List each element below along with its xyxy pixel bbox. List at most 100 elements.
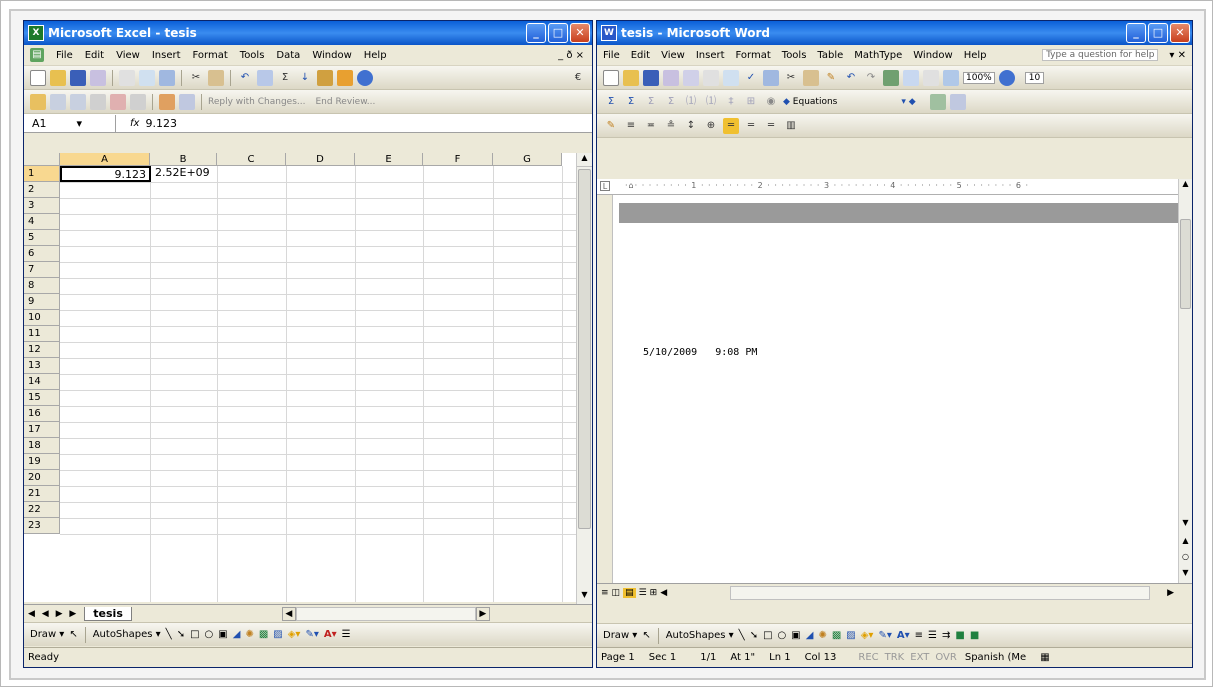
sum-icon[interactable]: Σ <box>603 94 619 110</box>
row-header-1[interactable]: 1 <box>24 166 60 182</box>
row-header-10[interactable]: 10 <box>24 310 60 326</box>
sheet-tab-tesis[interactable]: tesis <box>84 606 132 621</box>
row-header-11[interactable]: 11 <box>24 326 60 342</box>
close-button[interactable]: ✕ <box>1170 23 1190 43</box>
close-button[interactable]: ✕ <box>570 23 590 43</box>
row-header-15[interactable]: 15 <box>24 390 60 406</box>
menu-file[interactable]: File <box>56 50 73 61</box>
menu-edit[interactable]: Edit <box>631 50 650 61</box>
arrow-icon[interactable]: ➘ <box>177 629 185 640</box>
menu-window[interactable]: Window <box>913 50 952 61</box>
normal-view-icon[interactable]: ≡ <box>601 588 609 598</box>
print-preview-icon[interactable] <box>723 69 739 86</box>
menu-view[interactable]: View <box>661 50 685 61</box>
row-header-8[interactable]: 8 <box>24 278 60 294</box>
word-title-bar[interactable]: W tesis - Microsoft Word _ □ ✕ <box>597 21 1192 45</box>
name-box[interactable]: A1 ▾ <box>24 114 116 132</box>
row-header-2[interactable]: 2 <box>24 182 60 198</box>
column-header-e[interactable]: E <box>355 153 423 166</box>
equal-icon[interactable]: ═ <box>743 118 759 134</box>
tab-selector[interactable]: L <box>600 181 610 191</box>
print-layout-icon[interactable]: ▤ <box>623 587 636 598</box>
wordart-icon[interactable]: ◢ <box>806 630 814 641</box>
web-view-icon[interactable]: ◫ <box>612 588 621 598</box>
menu-data[interactable]: Data <box>276 50 300 61</box>
menu-view[interactable]: View <box>116 50 140 61</box>
font-color-icon[interactable]: A▾ <box>324 629 337 640</box>
picture-icon[interactable]: ▨ <box>846 630 855 641</box>
diagram-icon[interactable]: ✺ <box>818 630 826 641</box>
formula-input[interactable]: 9.123 <box>145 117 177 130</box>
arrow-icon[interactable]: ➘ <box>750 630 758 641</box>
maximize-button[interactable]: □ <box>1148 23 1168 43</box>
help-icon[interactable] <box>998 69 1015 86</box>
next-comment-icon[interactable] <box>70 93 86 110</box>
new-comment-icon[interactable] <box>30 93 46 110</box>
end-review-button[interactable]: End Review... <box>315 97 375 107</box>
hyperlink-icon[interactable] <box>257 69 273 86</box>
horizontal-scrollbar[interactable] <box>730 585 1151 600</box>
textbox-icon[interactable]: ▣ <box>218 629 227 640</box>
line-icon[interactable]: ╲ <box>166 629 172 640</box>
scroll-down-icon[interactable]: ▼ <box>1179 518 1192 527</box>
status-ovr[interactable]: OVR <box>935 652 956 663</box>
diagram-icon[interactable]: ✺ <box>245 629 253 640</box>
format-painter-icon[interactable]: ✎ <box>823 70 839 86</box>
rectangle-icon[interactable]: □ <box>190 629 199 640</box>
double-line-icon[interactable]: ═ <box>763 118 779 134</box>
print-preview-icon[interactable] <box>139 69 155 86</box>
align-icon[interactable]: ≡ <box>623 118 639 134</box>
row-header-13[interactable]: 13 <box>24 358 60 374</box>
select-objects-icon[interactable]: ↖ <box>642 630 650 641</box>
fill-color-icon[interactable]: ◈▾ <box>288 629 301 640</box>
oval-icon[interactable]: ○ <box>205 629 214 640</box>
redo-icon[interactable]: ↷ <box>863 70 879 86</box>
help-icon[interactable] <box>357 69 373 86</box>
research-icon[interactable] <box>159 69 175 86</box>
autoshapes-menu[interactable]: AutoShapes ▾ <box>666 630 734 641</box>
select-objects-icon[interactable]: ↖ <box>69 629 77 640</box>
excel-vertical-scrollbar[interactable]: ▲ ▼ <box>576 153 592 604</box>
minimize-button[interactable]: _ <box>1126 23 1146 43</box>
select-browse-object-icon[interactable]: ○ <box>1179 552 1192 561</box>
show-all-comments-icon[interactable] <box>110 93 126 110</box>
maximize-button[interactable]: □ <box>548 23 568 43</box>
open-icon[interactable] <box>50 69 66 86</box>
update-icon[interactable]: ⊞ <box>743 94 759 110</box>
column-header-c[interactable]: C <box>217 153 286 166</box>
table-icon[interactable] <box>929 93 946 110</box>
scroll-left-icon[interactable]: ◀ <box>281 606 296 621</box>
cut-icon[interactable]: ✂ <box>188 70 204 86</box>
row-header-12[interactable]: 12 <box>24 342 60 358</box>
row-header-17[interactable]: 17 <box>24 422 60 438</box>
menu-help[interactable]: Help <box>964 50 987 61</box>
reference-icon[interactable]: ⑴ <box>703 94 719 110</box>
equations-select[interactable]: ◆ Equations <box>783 97 837 107</box>
column-header-a[interactable]: A <box>60 153 150 166</box>
insert-number-icon[interactable]: ⑴ <box>683 94 699 110</box>
row-header-19[interactable]: 19 <box>24 454 60 470</box>
new-icon[interactable] <box>30 69 46 86</box>
row-header-14[interactable]: 14 <box>24 374 60 390</box>
excel-doc-icon[interactable]: ▤ <box>30 48 44 62</box>
word-vertical-scrollbar[interactable]: ▲ ▼ ▲ ○ ▼ <box>1178 179 1192 583</box>
document-area[interactable]: 5/10/2009 9:08 PM <box>597 195 1182 583</box>
row-header-18[interactable]: 18 <box>24 438 60 454</box>
scroll-up-icon[interactable]: ▲ <box>1179 179 1192 191</box>
equation-number-icon[interactable]: Σ <box>663 94 679 110</box>
menu-tools[interactable]: Tools <box>240 50 265 61</box>
display-equation-icon[interactable]: Σ <box>623 94 639 110</box>
excel-icon[interactable]: X <box>28 25 44 41</box>
horizontal-ruler[interactable]: L ·⌂· · · · · · · · 1 · · · · · · · · 2 … <box>597 179 1182 195</box>
font-color-icon[interactable]: A▾ <box>897 630 910 641</box>
autosum-icon[interactable]: Σ <box>277 70 293 86</box>
print-icon[interactable] <box>119 69 135 86</box>
minimize-button[interactable]: _ <box>526 23 546 43</box>
cell-a1[interactable]: 9.123 <box>60 166 151 182</box>
border-icon[interactable]: ═ <box>723 117 739 134</box>
window-controls-text[interactable]: _ ð × <box>558 50 584 61</box>
close-document-icon[interactable]: ▾ ✕ <box>1169 50 1186 61</box>
row-header-9[interactable]: 9 <box>24 294 60 310</box>
line-style-icon[interactable]: ≡ <box>915 630 923 641</box>
row-header-23[interactable]: 23 <box>24 518 60 534</box>
